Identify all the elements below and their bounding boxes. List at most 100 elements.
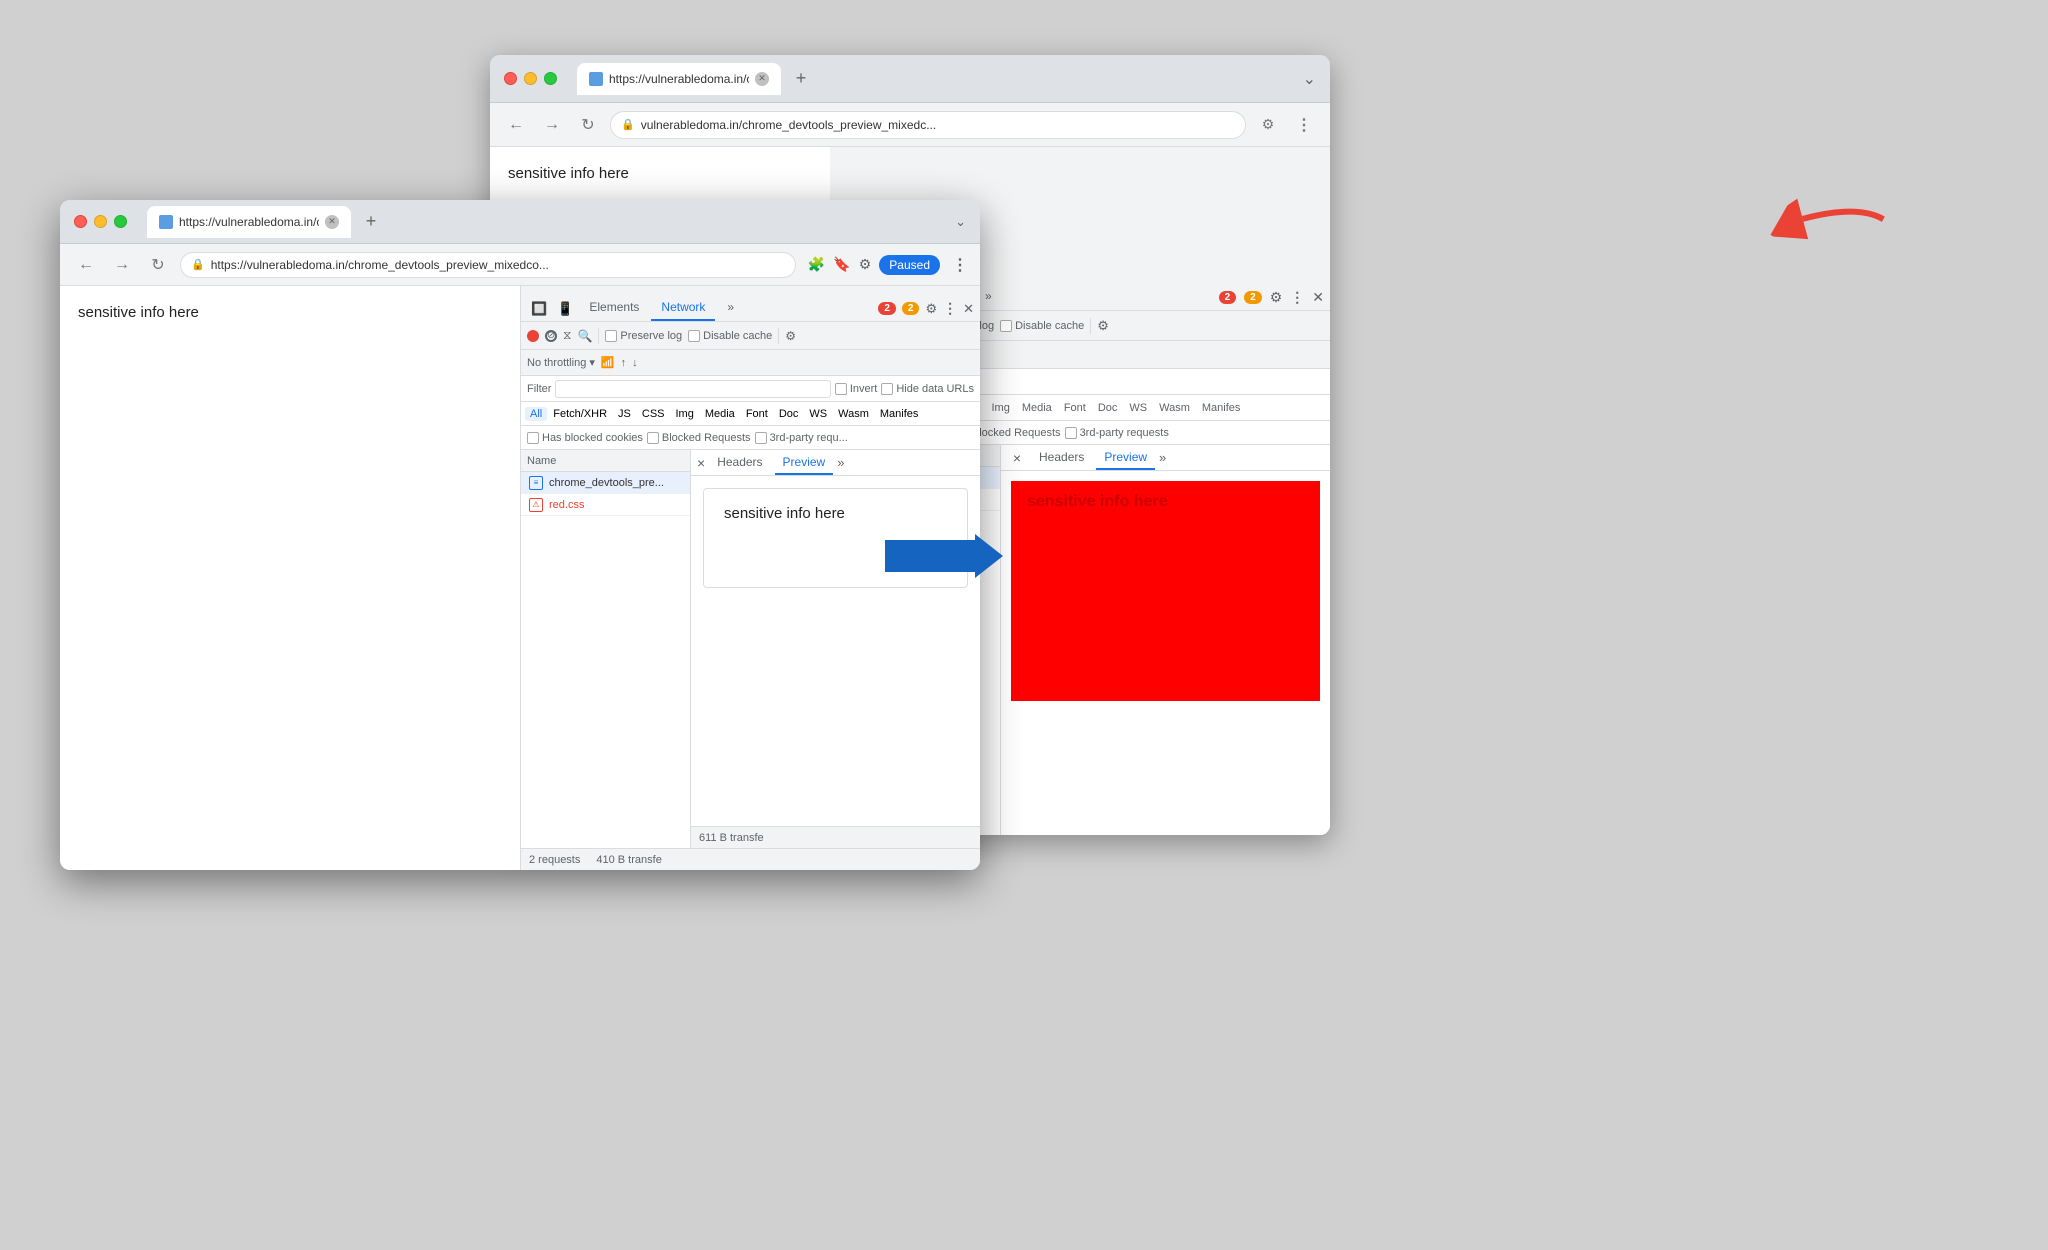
- address-bar-front[interactable]: 🔒 https://vulnerabledoma.in/chrome_devto…: [180, 252, 796, 278]
- blue-arrow: [885, 540, 975, 572]
- f-font-front[interactable]: Font: [741, 407, 773, 421]
- more-menu-back[interactable]: ⋮: [1290, 111, 1318, 139]
- front-toolbar: ← → ↻ 🔒 https://vulnerabledoma.in/chrome…: [60, 244, 980, 286]
- tab-title-back: https://vulnerabledoma.in/chro...: [609, 72, 749, 86]
- f-js-front[interactable]: JS: [613, 407, 636, 421]
- reload-button-front[interactable]: ↻: [144, 251, 172, 279]
- paused-badge[interactable]: Paused: [879, 255, 940, 275]
- transfer-size-front: 611 B transfe: [699, 832, 764, 844]
- more-menu-front[interactable]: ⋮: [952, 255, 968, 275]
- tab-menu-front[interactable]: ⌄: [955, 214, 966, 230]
- third-party-front[interactable]: 3rd-party requ...: [755, 432, 848, 444]
- hide-data-urls-front[interactable]: Hide data URLs: [881, 383, 974, 395]
- new-tab-button-back[interactable]: +: [787, 65, 815, 93]
- minimize-button-back[interactable]: [524, 72, 537, 85]
- back-titlebar: https://vulnerabledoma.in/chro... ✕ + ⌄: [490, 55, 1330, 103]
- disable-cache-back[interactable]: Disable cache: [1000, 320, 1084, 332]
- sub-panel-tabs-back: × Headers Preview »: [1001, 445, 1330, 471]
- tab-title-front: https://vulnerabledoma.in/chro...: [179, 215, 319, 229]
- close-icon-back[interactable]: ✕: [1312, 289, 1324, 306]
- device-icon-front[interactable]: 📱: [553, 301, 577, 321]
- filter-media-back[interactable]: Media: [1017, 401, 1057, 415]
- f-css-front[interactable]: CSS: [637, 407, 670, 421]
- name-col-front: Name: [521, 450, 690, 472]
- elements-tab-front[interactable]: Elements: [579, 295, 649, 321]
- more-subtabs-front[interactable]: »: [837, 455, 844, 470]
- bookmark-icon-front[interactable]: 🔖: [833, 256, 850, 273]
- maximize-button-back[interactable]: [544, 72, 557, 85]
- throttle-select-front[interactable]: No throttling ▾: [527, 356, 595, 369]
- f-fetch-front[interactable]: Fetch/XHR: [548, 407, 612, 421]
- css-icon-front: ⚠: [529, 498, 543, 512]
- download-btn-front[interactable]: ↓: [632, 357, 638, 369]
- f-img-front[interactable]: Img: [671, 407, 699, 421]
- blocked-req-front[interactable]: Blocked Requests: [647, 432, 751, 444]
- dt-gear-front[interactable]: ⚙: [925, 301, 937, 317]
- filter-input-front[interactable]: [555, 380, 830, 398]
- funnel-btn-front[interactable]: ⧖: [563, 328, 571, 343]
- file-row-1-front[interactable]: ≡ chrome_devtools_pre...: [521, 472, 690, 494]
- extensions-back[interactable]: ⚙: [1254, 111, 1282, 139]
- headers-subtab-front[interactable]: Headers: [709, 451, 770, 475]
- search-btn-front[interactable]: 🔍: [577, 329, 592, 343]
- sub-panel-close-front[interactable]: ×: [697, 455, 705, 471]
- preview-area-back: sensitive info here: [1001, 471, 1330, 835]
- puzzle-icon-front[interactable]: ⚙: [859, 256, 872, 273]
- gear-icon-front-2[interactable]: ⚙: [785, 329, 796, 343]
- dt-close-front[interactable]: ✕: [963, 301, 974, 317]
- new-tab-button-front[interactable]: +: [357, 208, 385, 236]
- minimize-button-front[interactable]: [94, 215, 107, 228]
- forward-button-front[interactable]: →: [108, 251, 136, 279]
- f-manifes-front[interactable]: Manifes: [875, 407, 924, 421]
- filter-ws-back[interactable]: WS: [1124, 401, 1152, 415]
- close-button-front[interactable]: [74, 215, 87, 228]
- third-party-back[interactable]: 3rd-party requests: [1065, 427, 1169, 439]
- more-sub-tabs-back[interactable]: »: [1159, 450, 1166, 465]
- more-icon-back[interactable]: ⋮: [1290, 289, 1304, 306]
- gear-icon-2-back[interactable]: ⚙: [1097, 318, 1109, 334]
- filter-wasm-back[interactable]: Wasm: [1154, 401, 1195, 415]
- reload-button-back[interactable]: ↻: [574, 111, 602, 139]
- close-button-back[interactable]: [504, 72, 517, 85]
- tab-close-front[interactable]: ✕: [325, 215, 339, 229]
- file-row-2-front[interactable]: ⚠ red.css: [521, 494, 690, 516]
- f-media-front[interactable]: Media: [700, 407, 740, 421]
- filter-font-back[interactable]: Font: [1059, 401, 1091, 415]
- browser-tab-front[interactable]: https://vulnerabledoma.in/chro... ✕: [147, 206, 351, 238]
- back-button-front[interactable]: ←: [72, 251, 100, 279]
- address-bar-back[interactable]: 🔒 vulnerabledoma.in/chrome_devtools_prev…: [610, 111, 1246, 139]
- sub-panel-close-back[interactable]: ×: [1007, 448, 1027, 468]
- forward-button-back[interactable]: →: [538, 111, 566, 139]
- browser-tab-back[interactable]: https://vulnerabledoma.in/chro... ✕: [577, 63, 781, 95]
- file-2-name-front: red.css: [549, 499, 584, 511]
- network-tab-front[interactable]: Network: [651, 295, 715, 321]
- extensions-icon-front[interactable]: 🧩: [808, 256, 825, 273]
- invert-cb-front[interactable]: Invert: [835, 383, 878, 395]
- filter-img-back[interactable]: Img: [987, 401, 1015, 415]
- filter-manifest-back[interactable]: Manifes: [1197, 401, 1246, 415]
- tab-menu-back[interactable]: ⌄: [1303, 69, 1316, 89]
- f-doc-front[interactable]: Doc: [774, 407, 804, 421]
- preserve-log-front[interactable]: Preserve log: [605, 330, 682, 342]
- headers-tab-back[interactable]: Headers: [1031, 446, 1092, 470]
- block-btn-front[interactable]: [545, 330, 557, 342]
- upload-btn-front[interactable]: ↑: [621, 357, 627, 369]
- filter-doc-back[interactable]: Doc: [1093, 401, 1123, 415]
- preview-tab-back[interactable]: Preview: [1096, 446, 1155, 470]
- inspector-icon-front[interactable]: 🔲: [527, 301, 551, 321]
- f-all-front[interactable]: All: [525, 407, 547, 421]
- dt-more-front[interactable]: ⋮: [943, 300, 957, 317]
- tab-close-back[interactable]: ✕: [755, 72, 769, 86]
- back-button-back[interactable]: ←: [502, 111, 530, 139]
- f-ws-front[interactable]: WS: [804, 407, 832, 421]
- record-btn-front[interactable]: [527, 330, 539, 342]
- preview-subtab-front[interactable]: Preview: [775, 451, 834, 475]
- more-devtools-tabs-front[interactable]: »: [717, 295, 744, 321]
- warn-count-back: 2: [1244, 291, 1262, 304]
- gear-icon-back[interactable]: ⚙: [1270, 289, 1283, 306]
- f-wasm-front[interactable]: Wasm: [833, 407, 874, 421]
- blocked-cookies-front[interactable]: Has blocked cookies: [527, 432, 643, 444]
- disable-cache-front[interactable]: Disable cache: [688, 330, 772, 342]
- maximize-button-front[interactable]: [114, 215, 127, 228]
- traffic-lights-back: [504, 72, 557, 85]
